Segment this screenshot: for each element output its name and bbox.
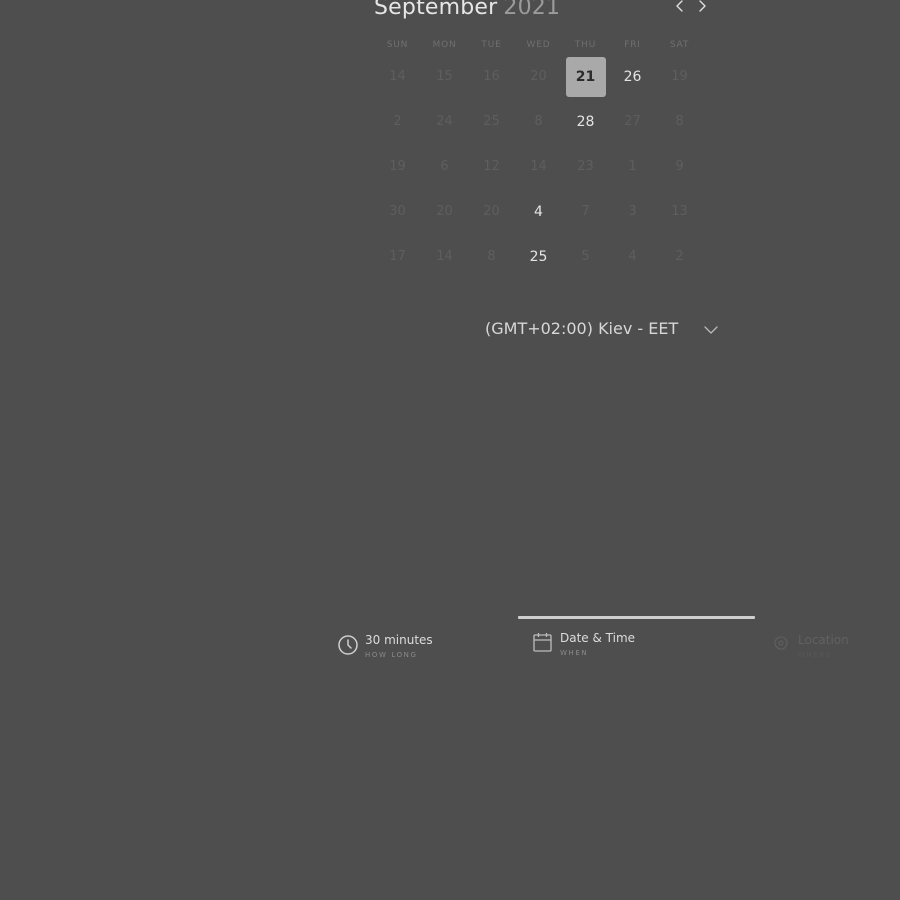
unavailable-day: 14: [389, 69, 406, 84]
year-label: 2021: [503, 0, 561, 20]
available-day[interactable]: 28: [566, 102, 606, 142]
unavailable-day: 4: [628, 249, 637, 264]
location-title: Location: [798, 633, 849, 647]
weekday-label: SUN: [386, 40, 409, 50]
unavailable-day: 2: [393, 114, 402, 129]
unavailable-day: 20: [436, 204, 453, 219]
available-day[interactable]: 4: [519, 192, 559, 232]
weekday-label: WED: [526, 40, 551, 50]
next-month-button[interactable]: [693, 0, 711, 15]
available-day[interactable]: 25: [519, 237, 559, 277]
unavailable-day: 8: [487, 249, 496, 264]
previous-month-button[interactable]: [671, 0, 689, 15]
datetime-title: Date & Time: [560, 631, 636, 645]
unavailable-day: 17: [389, 249, 406, 264]
unavailable-day: 20: [530, 69, 547, 84]
unavailable-day: 7: [581, 204, 590, 219]
unavailable-day: 3: [628, 204, 637, 219]
timezone-select[interactable]: (GMT+02:00) Kiev - EET: [485, 318, 721, 342]
chevron-right-icon: [699, 0, 706, 12]
chevron-down-icon: [704, 326, 718, 334]
month-label: September: [374, 0, 498, 20]
calendar-month-title: September 2021: [374, 0, 560, 22]
unavailable-day: 19: [671, 69, 688, 84]
unavailable-day: 8: [534, 114, 543, 129]
unavailable-day: 19: [389, 159, 406, 174]
weekday-label: SAT: [669, 40, 690, 50]
location-pin-icon: [774, 636, 788, 650]
calendar-icon: [533, 633, 552, 652]
unavailable-day: 12: [483, 159, 500, 174]
weekday-label: TUE: [481, 40, 502, 50]
booking-page: September 2021 SUN MON TUE WED THU FRI SAT 14 15…: [0, 0, 900, 900]
weekday-label: FRI: [624, 40, 641, 50]
timezone-label: (GMT+02:00) Kiev - EET: [485, 319, 679, 338]
step-progress-indicator: [518, 616, 755, 619]
unavailable-day: 14: [436, 249, 453, 264]
duration-subtitle: HOW LONG: [365, 651, 418, 659]
unavailable-day: 16: [483, 69, 500, 84]
step-duration[interactable]: 30 minutes HOW LONG: [337, 633, 477, 667]
step-date-time[interactable]: Date & Time WHEN: [532, 631, 672, 665]
unavailable-day: 27: [624, 114, 641, 129]
unavailable-day: 5: [581, 249, 590, 264]
unavailable-day: 25: [483, 114, 500, 129]
unavailable-day: 9: [675, 159, 684, 174]
duration-title: 30 minutes: [365, 633, 433, 647]
available-day[interactable]: 26: [613, 57, 653, 97]
weekday-header: SUN MON TUE WED THU FRI SAT: [374, 40, 703, 54]
weekday-label: THU: [574, 40, 597, 50]
unavailable-day: 15: [436, 69, 453, 84]
step-location[interactable]: Location WHERE: [770, 633, 880, 667]
datetime-subtitle: WHEN: [560, 649, 589, 657]
unavailable-day: 23: [577, 159, 594, 174]
weekday-label: MON: [432, 40, 457, 50]
unavailable-day: 20: [483, 204, 500, 219]
unavailable-day: 13: [671, 204, 688, 219]
unavailable-day: 30: [389, 204, 406, 219]
unavailable-day: 14: [530, 159, 547, 174]
unavailable-day: 1: [628, 159, 637, 174]
selected-day[interactable]: 21: [565, 57, 606, 97]
calendar-day-grid: 14 15 16 20 21 26 19 2 24 25 8 28 27 8 19 6 12 14 23 1 9 30 20…: [374, 55, 703, 285]
unavailable-day: 24: [436, 114, 453, 129]
chevron-left-icon: [676, 0, 683, 12]
unavailable-day: 6: [440, 159, 449, 174]
unavailable-day: 8: [675, 114, 684, 129]
clock-icon: [338, 635, 358, 655]
location-subtitle: WHERE: [798, 651, 832, 659]
unavailable-day: 2: [675, 249, 684, 264]
